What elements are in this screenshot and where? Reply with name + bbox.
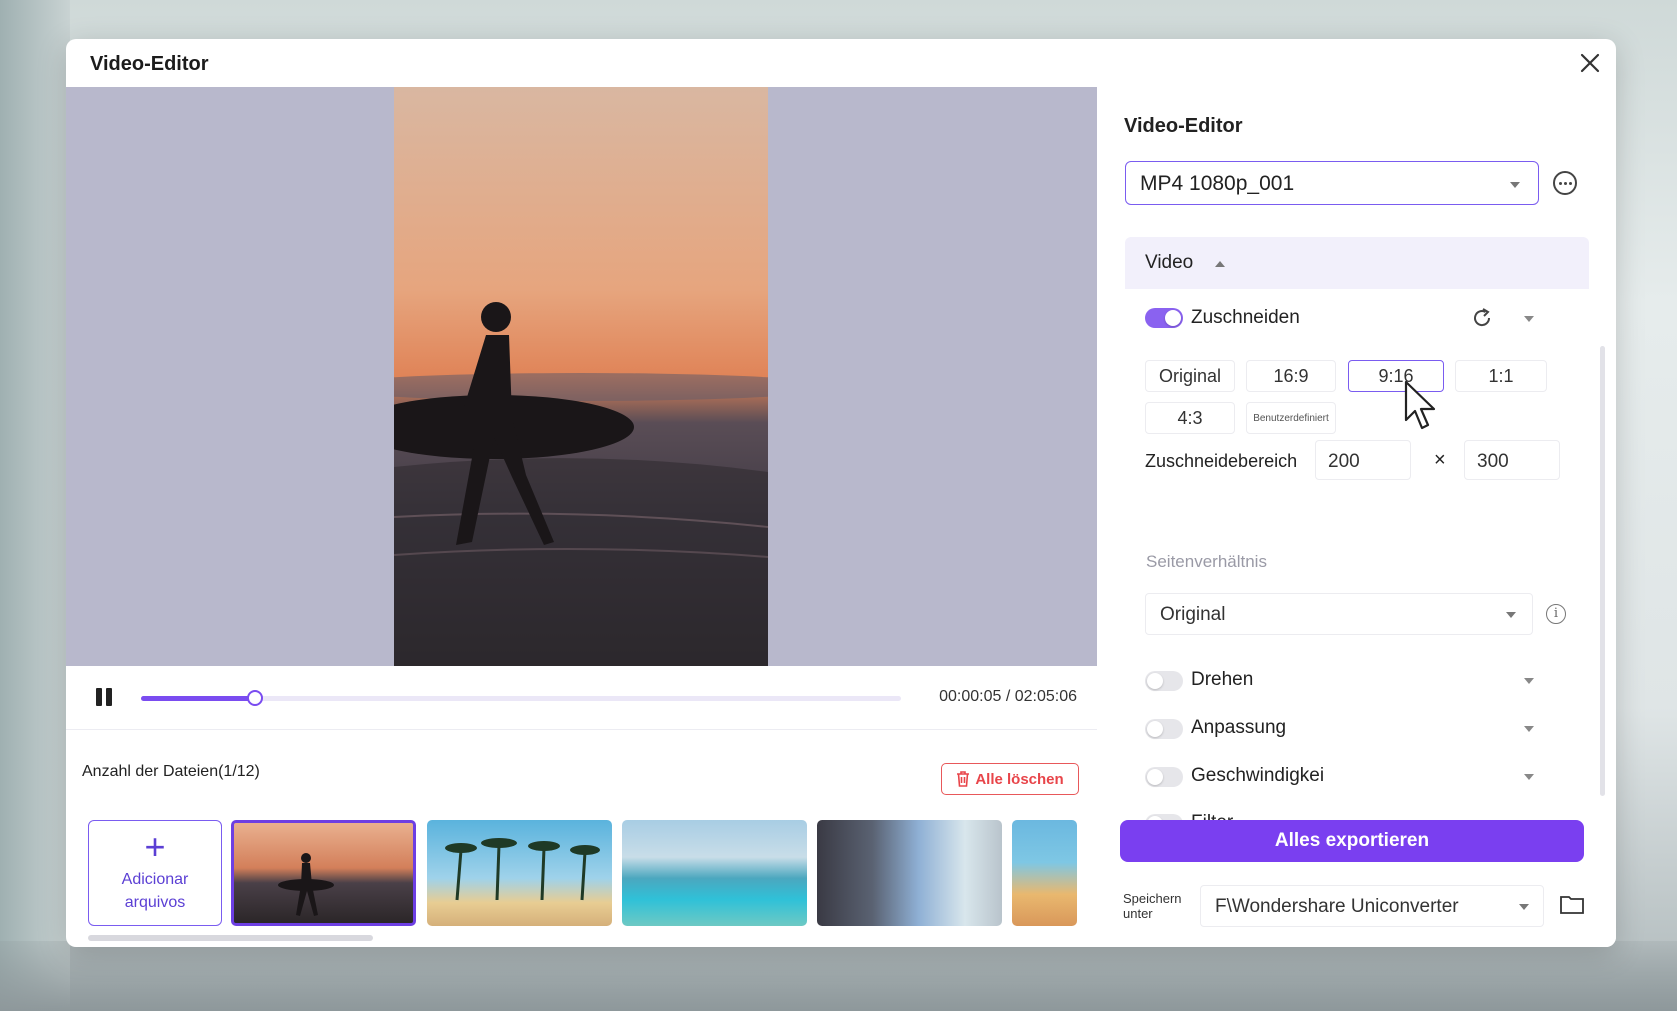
save-to-label-line1: Speichern bbox=[1123, 891, 1182, 906]
speed-label: Geschwindigkei bbox=[1191, 765, 1325, 786]
ratio-4-3[interactable]: 4:3 bbox=[1145, 402, 1235, 434]
aspect-ratio-label: Seitenverhältnis bbox=[1146, 552, 1267, 571]
crop-height-input[interactable]: 300 bbox=[1464, 440, 1560, 480]
save-to-label: Speichern unter bbox=[1123, 891, 1182, 921]
add-files-label-line1: Adicionar bbox=[121, 871, 189, 888]
video-editor-dialog: Video-Editor 00:00:05 / 02:05:06 Anzahl … bbox=[66, 39, 1616, 947]
file-thumbnail-beach[interactable] bbox=[1012, 820, 1077, 926]
progress-knob[interactable] bbox=[247, 690, 263, 706]
rotate-expand-icon[interactable] bbox=[1524, 678, 1534, 684]
file-thumbnail-surfer[interactable] bbox=[231, 820, 416, 926]
folder-icon[interactable] bbox=[1560, 894, 1584, 914]
crop-area-label: Zuschneidebereich bbox=[1145, 451, 1298, 471]
delete-all-button[interactable]: Alle löschen bbox=[941, 763, 1079, 795]
aspect-ratio-value: Original bbox=[1160, 604, 1226, 625]
background-bottom bbox=[0, 941, 1677, 1011]
chevron-down-icon bbox=[1519, 904, 1529, 910]
rotate-label: Drehen bbox=[1191, 669, 1254, 690]
video-section-label: Video bbox=[1145, 252, 1194, 273]
save-path-select[interactable]: F\Wondershare Uniconverter bbox=[1200, 885, 1544, 927]
surfer-silhouette-image bbox=[394, 302, 768, 666]
video-preview bbox=[66, 87, 1097, 666]
progress-fill bbox=[141, 696, 255, 701]
crop-toggle[interactable] bbox=[1145, 308, 1183, 328]
ratio-custom[interactable]: Benutzerdefiniert bbox=[1246, 402, 1336, 434]
aspect-ratio-select[interactable]: Original bbox=[1145, 593, 1533, 635]
dialog-title: Video-Editor bbox=[90, 53, 209, 75]
adjust-label: Anpassung bbox=[1191, 717, 1287, 738]
more-options-icon[interactable] bbox=[1553, 171, 1577, 195]
preset-value: MP4 1080p_001 bbox=[1140, 172, 1295, 195]
adjust-toggle[interactable] bbox=[1145, 719, 1183, 739]
close-icon[interactable] bbox=[1578, 51, 1602, 75]
crop-expand-icon[interactable] bbox=[1524, 316, 1534, 322]
background-left bbox=[0, 0, 70, 1011]
crop-label: Zuschneiden bbox=[1191, 307, 1300, 328]
pause-icon[interactable] bbox=[94, 686, 116, 710]
crop-width-input[interactable]: 200 bbox=[1315, 440, 1411, 480]
chevron-down-icon bbox=[1506, 612, 1516, 618]
panel-title: Video-Editor bbox=[1124, 115, 1243, 137]
rotate-toggle[interactable] bbox=[1145, 671, 1183, 691]
add-files-label-line2: arquivos bbox=[124, 894, 186, 911]
file-count-label: Anzahl der Dateien(1/12) bbox=[82, 763, 260, 780]
title-bar: Video-Editor bbox=[66, 39, 1616, 87]
speed-expand-icon[interactable] bbox=[1524, 774, 1534, 780]
chevron-up-icon bbox=[1215, 261, 1225, 267]
progress-slider[interactable] bbox=[141, 690, 901, 706]
settings-panel: Video-Editor MP4 1080p_001 Video Zuschne… bbox=[1097, 87, 1616, 947]
info-icon[interactable]: i bbox=[1546, 604, 1566, 624]
times-icon: × bbox=[1434, 449, 1446, 471]
reset-icon[interactable] bbox=[1471, 307, 1493, 329]
plus-icon: + bbox=[144, 826, 166, 867]
video-frame bbox=[394, 87, 768, 666]
panel-scrollbar[interactable] bbox=[1600, 346, 1605, 796]
preset-select[interactable]: MP4 1080p_001 bbox=[1125, 161, 1539, 205]
ratio-16-9[interactable]: 16:9 bbox=[1246, 360, 1336, 392]
adjust-expand-icon[interactable] bbox=[1524, 726, 1534, 732]
player-controls: 00:00:05 / 02:05:06 bbox=[66, 666, 1097, 730]
export-all-button[interactable]: Alles exportieren bbox=[1120, 820, 1584, 862]
file-thumbnail-palms[interactable] bbox=[427, 820, 612, 926]
chevron-down-icon bbox=[1510, 182, 1520, 188]
file-thumbnail-street[interactable] bbox=[817, 820, 1002, 926]
speed-toggle[interactable] bbox=[1145, 767, 1183, 787]
add-files-button[interactable]: + Adicionar arquivos bbox=[88, 820, 222, 926]
time-display: 00:00:05 / 02:05:06 bbox=[939, 688, 1077, 705]
file-thumbnail-lagoon[interactable] bbox=[622, 820, 807, 926]
delete-all-label: Alle löschen bbox=[975, 770, 1064, 788]
save-to-label-line2: unter bbox=[1123, 906, 1153, 921]
ratio-original[interactable]: Original bbox=[1145, 360, 1235, 392]
ratio-1-1[interactable]: 1:1 bbox=[1455, 360, 1547, 392]
mouse-cursor-icon bbox=[1404, 380, 1436, 430]
trash-icon bbox=[957, 771, 970, 787]
save-path-value: F\Wondershare Uniconverter bbox=[1215, 896, 1459, 917]
files-scrollbar[interactable] bbox=[88, 935, 373, 941]
video-section-header[interactable]: Video bbox=[1125, 237, 1589, 289]
